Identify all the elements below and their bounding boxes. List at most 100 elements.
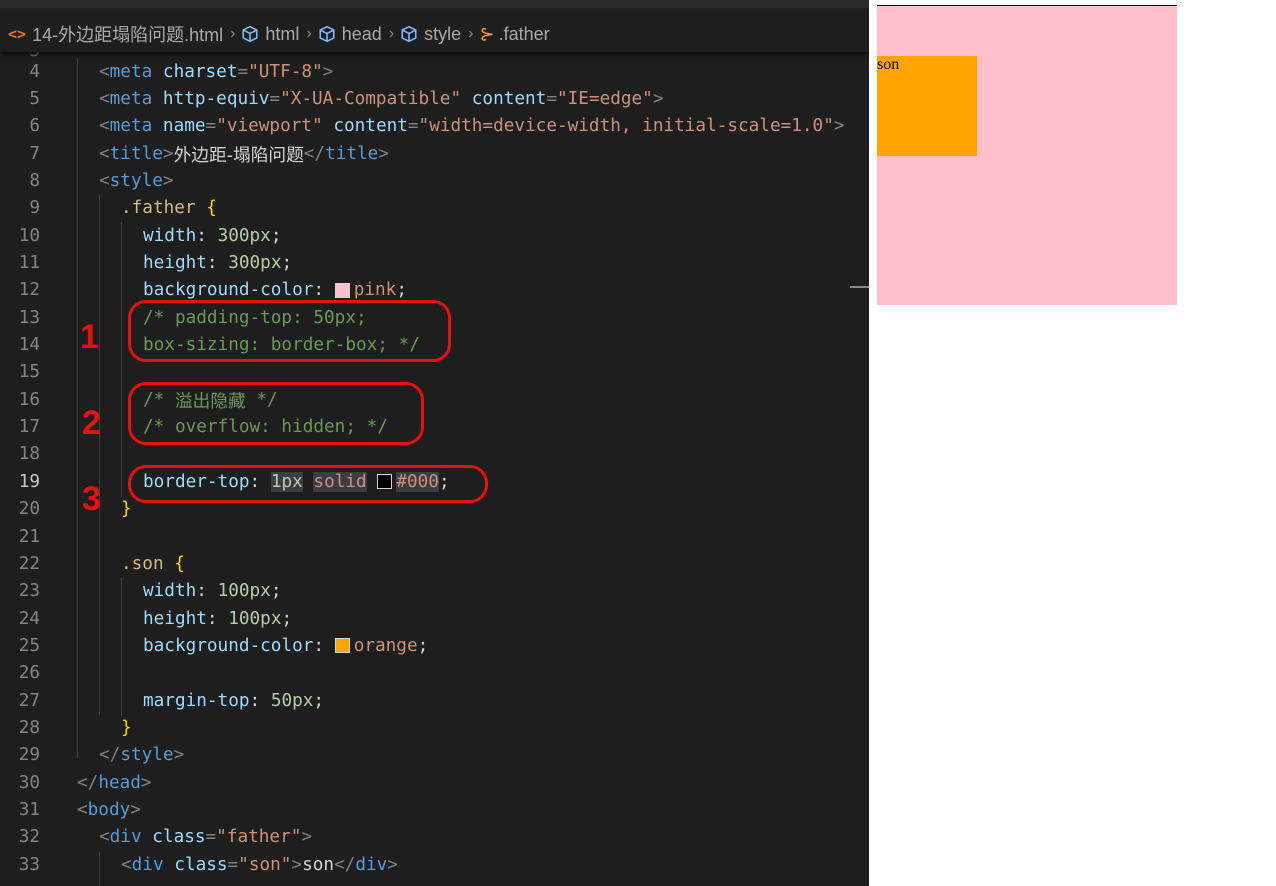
code-token: div	[109, 827, 142, 848]
code-token: >	[162, 171, 174, 192]
code-token: class	[152, 827, 206, 848]
line-code: < div class = "son" > son </div >	[121, 851, 398, 878]
code-line[interactable]: 33 < div class = "son" > son </div >	[0, 851, 869, 878]
line-number: 28	[18, 717, 40, 738]
code-token: http-equiv	[162, 89, 270, 110]
code-token: <	[99, 61, 110, 82]
code-line[interactable]: 7 < title > 外边距-塌陷问题 </title >	[0, 140, 869, 167]
code-line[interactable]: 15	[0, 359, 869, 386]
code-token: <	[77, 799, 88, 820]
color-swatch-icon[interactable]	[334, 638, 350, 654]
code-line[interactable]: 21	[0, 523, 869, 550]
code-line[interactable]: 22 .son {	[0, 550, 869, 577]
code-line[interactable]: 9 .father {	[0, 195, 869, 222]
code-token: style	[109, 171, 163, 192]
element-cube-icon	[319, 25, 335, 43]
line-code: < body >	[77, 796, 141, 823]
code-token: >	[322, 61, 334, 82]
code-token: pink	[353, 280, 397, 301]
son-box: son	[877, 56, 977, 156]
code-line[interactable]: 4 < meta charset = "UTF-8" >	[0, 58, 869, 85]
line-number: 4	[29, 61, 40, 82]
code-line[interactable]: 10 width: 300px;	[0, 222, 869, 249]
symbol-class-icon: ⊱	[479, 23, 495, 45]
code-token: >	[173, 745, 185, 766]
code-line[interactable]: 31 < body >	[0, 796, 869, 823]
code-token: "father"	[216, 827, 302, 848]
code-line[interactable]: 26	[0, 660, 869, 687]
code-token: width	[143, 225, 197, 246]
code-token: 300px	[228, 253, 282, 274]
code-line[interactable]: 8 < style >	[0, 167, 869, 194]
code-token: title	[325, 143, 379, 164]
code-token: ;	[270, 581, 282, 602]
code-token: "son"	[238, 854, 292, 875]
color-swatch-icon[interactable]	[334, 282, 350, 298]
code-line[interactable]: 30 </head >	[0, 769, 869, 796]
line-code: margin-top: 50px;	[143, 687, 324, 714]
breadcrumb-selector[interactable]: ⊱ .father	[479, 24, 549, 45]
breadcrumb: <> 14-外边距塌陷问题.html › html › head › style…	[0, 16, 869, 52]
code-token: width	[143, 581, 197, 602]
code-token: <	[99, 143, 110, 164]
breadcrumb-style[interactable]: style	[400, 24, 461, 45]
line-number: 21	[18, 526, 40, 547]
code-token: background-color	[143, 280, 314, 301]
annotation-box	[128, 382, 424, 445]
code-token: >	[291, 854, 303, 875]
code-token: "UTF-8"	[248, 61, 323, 82]
breadcrumb-file[interactable]: 14-外边距塌陷问题.html	[32, 21, 223, 47]
code-editor[interactable]: 3 <> 14-外边距塌陷问题.html › html › head › sty…	[0, 0, 869, 886]
code-token: <	[99, 171, 110, 192]
line-code: < style >	[99, 167, 174, 194]
line-number: 31	[18, 799, 40, 820]
line-number: 19	[18, 471, 40, 492]
code-token: "width=device-width, initial-scale=1.0"	[418, 116, 834, 137]
line-number: 13	[18, 307, 40, 328]
code-token: :	[196, 225, 218, 246]
code-token: 100px	[228, 608, 282, 629]
breadcrumb-html[interactable]: html	[241, 24, 299, 45]
code-token: .father	[121, 198, 196, 219]
line-number: 11	[18, 253, 40, 274]
code-token: <	[99, 116, 110, 137]
code-line[interactable]: 24 height: 100px;	[0, 605, 869, 632]
code-line[interactable]: 11 height: 300px;	[0, 249, 869, 276]
code-line[interactable]: 23 width: 100px;	[0, 578, 869, 605]
code-line[interactable]: 25 background-color: orange;	[0, 632, 869, 659]
code-token: =	[269, 89, 281, 110]
code-line[interactable]: 29 </style >	[0, 742, 869, 769]
code-token: name	[162, 116, 206, 137]
code-token: </	[77, 772, 99, 793]
line-code: </style >	[99, 742, 184, 769]
code-token: ;	[281, 253, 293, 274]
code-token: ;	[313, 690, 325, 711]
code-token: "IE=edge"	[556, 89, 653, 110]
breadcrumb-head[interactable]: head	[318, 24, 382, 45]
line-code: width: 300px;	[143, 222, 281, 249]
code-token: =	[227, 854, 239, 875]
line-number: 15	[18, 362, 40, 383]
code-line[interactable]: 32 < div class = "father" >	[0, 824, 869, 851]
code-line[interactable]: 6 < meta name = "viewport" content = "width=de…	[0, 113, 869, 140]
line-code: width: 100px;	[143, 578, 281, 605]
code-token: 300px	[217, 225, 271, 246]
code-token: >	[301, 827, 313, 848]
line-number: 16	[18, 389, 40, 410]
code-token: ;	[396, 280, 407, 301]
code-token: background-color	[143, 635, 314, 656]
code-line[interactable]: 27 margin-top: 50px;	[0, 687, 869, 714]
code-token: :	[196, 581, 218, 602]
line-number: 30	[18, 772, 40, 793]
code-line[interactable]: 5 < meta http-equiv = "X-UA-Compatible" cont…	[0, 85, 869, 112]
code-token: >	[162, 143, 174, 164]
code-token: meta	[109, 61, 153, 82]
code-token: margin-top	[143, 690, 250, 711]
code-line[interactable]: 28}	[0, 714, 869, 741]
